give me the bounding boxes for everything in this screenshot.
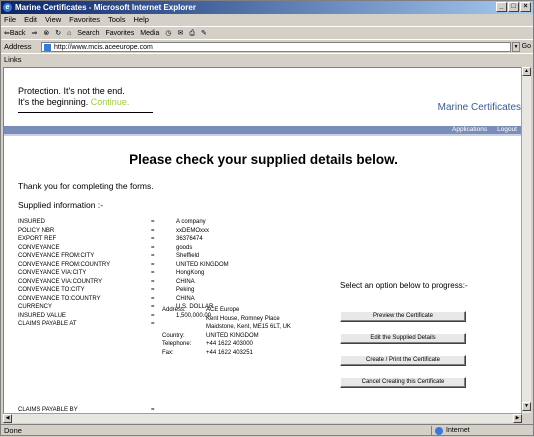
- menu-favorites[interactable]: Favorites: [69, 14, 100, 26]
- supplied-heading: Supplied information :-: [18, 200, 104, 210]
- title-bar: e Marine Certificates - Microsoft Intern…: [1, 1, 533, 14]
- cancel-certificate-button[interactable]: Cancel Creating this Certificate: [340, 377, 466, 388]
- edit-icon[interactable]: ✎: [201, 27, 207, 39]
- home-icon[interactable]: ⌂: [67, 27, 71, 39]
- page-heading: Please check your supplied details below…: [129, 152, 398, 167]
- browser-window: e Marine Certificates - Microsoft Intern…: [0, 0, 534, 436]
- tagline-continue: Continue.: [90, 97, 130, 107]
- forward-icon[interactable]: ⇒: [31, 27, 37, 39]
- address-bar: Address http://www.mcis.aceeurope.com ▼ …: [1, 39, 533, 53]
- menu-help[interactable]: Help: [134, 14, 149, 26]
- scroll-down-icon[interactable]: ▼: [522, 402, 531, 411]
- favorites-button[interactable]: Favorites: [105, 27, 134, 39]
- edit-details-button[interactable]: Edit the Supplied Details: [340, 333, 466, 344]
- history-icon[interactable]: ◷: [165, 27, 171, 39]
- nav-band: [4, 126, 521, 134]
- address-line: ACE Europe: [206, 307, 240, 313]
- scroll-right-icon[interactable]: ▶: [513, 414, 522, 423]
- tagline-divider: [18, 112, 153, 113]
- menu-tools[interactable]: Tools: [108, 14, 126, 26]
- address-key: Address:: [162, 307, 186, 313]
- address-label: Address: [4, 42, 32, 51]
- menu-bar: File Edit View Favorites Tools Help: [1, 14, 533, 26]
- country-key: Country:: [162, 332, 185, 339]
- search-button[interactable]: Search: [77, 27, 99, 39]
- status-text: Done: [4, 426, 22, 435]
- links-bar: Links: [1, 53, 533, 65]
- address-line: Maidstone, Kent, ME15 6LT, UK: [206, 324, 291, 331]
- links-button[interactable]: Links: [4, 55, 22, 64]
- mail-icon[interactable]: ✉: [177, 27, 183, 39]
- detail-label: CLAIMS PAYABLE AT: [18, 321, 77, 327]
- media-button[interactable]: Media: [140, 27, 159, 39]
- refresh-icon[interactable]: ↻: [55, 27, 61, 39]
- horizontal-scrollbar[interactable]: ◀ ▶: [3, 413, 522, 423]
- thanks-text: Thank you for completing the forms.: [18, 181, 154, 191]
- create-print-certificate-button[interactable]: Create / Print the Certificate: [340, 355, 466, 366]
- zone-text: Internet: [446, 427, 470, 434]
- nav-band-stripe: [4, 134, 521, 136]
- scroll-up-icon[interactable]: ▲: [522, 67, 531, 76]
- detail-equals: =: [151, 321, 155, 327]
- internet-explorer-icon: e: [3, 3, 12, 12]
- address-dropdown-icon[interactable]: ▼: [512, 42, 520, 52]
- country-value: UNITED KINGDOM: [206, 332, 259, 339]
- nav-logout-link[interactable]: Logout: [497, 126, 517, 134]
- security-zone: Internet: [431, 426, 511, 436]
- menu-file[interactable]: File: [4, 14, 16, 26]
- progress-instruction: Select an option below to progress:-: [340, 281, 468, 290]
- close-button[interactable]: ×: [520, 2, 531, 12]
- globe-icon: [435, 427, 443, 435]
- print-icon[interactable]: ⎙: [189, 27, 195, 39]
- brand-title: Marine Certificates: [437, 102, 521, 113]
- nav-links: Applications Logout: [452, 126, 517, 134]
- scroll-left-icon[interactable]: ◀: [3, 414, 12, 423]
- address-input[interactable]: http://www.mcis.aceeurope.com: [41, 42, 511, 52]
- minimize-button[interactable]: _: [496, 2, 507, 12]
- telephone-key: Telephone:: [162, 341, 192, 348]
- page-icon: [44, 44, 51, 51]
- status-bar: Done Internet: [1, 424, 533, 436]
- window-title: Marine Certificates - Microsoft Internet…: [15, 3, 196, 12]
- menu-edit[interactable]: Edit: [24, 14, 37, 26]
- tagline-line-2: It's the beginning.: [18, 97, 89, 107]
- nav-applications-link[interactable]: Applications: [452, 126, 487, 134]
- back-button[interactable]: ⇐Back: [4, 27, 25, 39]
- fax-key: Fax:: [162, 350, 174, 356]
- maximize-button[interactable]: □: [508, 2, 519, 12]
- vertical-scrollbar[interactable]: ▲ ▼: [521, 67, 531, 413]
- go-button[interactable]: Go: [522, 42, 531, 52]
- preview-certificate-button[interactable]: Preview the Certificate: [340, 311, 466, 322]
- menu-view[interactable]: View: [45, 14, 61, 26]
- fax-value: +44 1622 403251: [206, 350, 253, 356]
- tagline-line-1: Protection. It's not the end.: [18, 86, 125, 96]
- stop-icon[interactable]: ⊗: [43, 27, 49, 39]
- address-url: http://www.mcis.aceeurope.com: [54, 44, 153, 51]
- address-line: Kent House, Romney Place: [206, 315, 280, 322]
- telephone-value: +44 1622 403000: [206, 341, 253, 348]
- tagline: Protection. It's not the end. It's the b…: [18, 86, 129, 108]
- toolbar: ⇐Back ⇒ ⊗ ↻ ⌂ Search Favorites Media ◷ ✉…: [1, 26, 533, 39]
- page-viewport: Protection. It's not the end. It's the b…: [3, 67, 522, 423]
